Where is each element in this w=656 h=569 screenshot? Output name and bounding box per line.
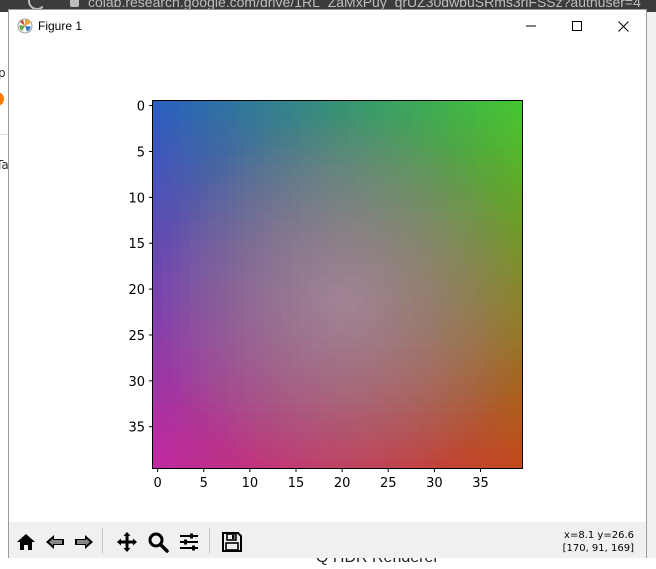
window-title: Figure 1 — [38, 19, 83, 33]
configure-subplots-icon — [180, 533, 198, 551]
toolbar-separator — [209, 528, 210, 554]
configure-subplots-button[interactable] — [175, 528, 203, 556]
figure-window: Figure 1 0 5 10 15 20 25 30 35 0 5 10 15 20 25 30 35 — [8, 9, 647, 558]
colab-logo-icon — [0, 92, 4, 106]
home-icon — [17, 534, 35, 550]
navigation-toolbar: x=8.1 y=26.6 [170, 91, 169] — [9, 522, 646, 558]
x-tick-label: 35 — [472, 476, 489, 491]
home-button[interactable] — [12, 528, 40, 556]
browser-right-strip — [647, 12, 656, 569]
browser-bottom-strip: Q HDR Renderer — [0, 558, 656, 569]
divider — [0, 134, 8, 135]
toolbar-separator — [102, 528, 103, 554]
lock-icon — [70, 0, 79, 7]
forward-icon — [75, 535, 93, 549]
save-button[interactable] — [218, 528, 246, 556]
maximize-button[interactable] — [554, 10, 600, 42]
y-tick-label: 0 — [137, 100, 145, 115]
close-button[interactable] — [600, 10, 646, 42]
minimize-icon — [526, 25, 536, 27]
back-button[interactable] — [41, 528, 69, 556]
x-tick-label: 30 — [426, 476, 443, 491]
zoom-icon — [148, 532, 169, 553]
maximize-icon — [572, 21, 582, 31]
close-icon — [617, 20, 629, 32]
left-text-fragment: p — [0, 66, 6, 80]
y-tick-label: 35 — [128, 421, 145, 436]
x-tick-label: 25 — [380, 476, 397, 491]
cursor-coords: x=8.1 y=26.6 — [564, 530, 634, 541]
pixel-value: [170, 91, 169] — [562, 543, 634, 554]
x-tick-label: 0 — [153, 476, 161, 491]
x-tick-label: 20 — [334, 476, 351, 491]
axes-ticks: 0 5 10 15 20 25 30 35 0 5 10 15 20 25 30 35 — [128, 100, 489, 491]
cursor-readout: x=8.1 y=26.6 [170, 91, 169] — [563, 529, 634, 555]
forward-button[interactable] — [70, 528, 98, 556]
y-tick-label: 10 — [128, 191, 145, 206]
y-tick-label: 30 — [128, 375, 145, 390]
pan-icon — [117, 532, 137, 552]
zoom-button[interactable] — [144, 528, 172, 556]
matplotlib-logo-icon — [17, 18, 33, 34]
x-tick-label: 15 — [288, 476, 305, 491]
bottom-text-fragment: Q HDR Renderer — [316, 558, 439, 567]
save-icon — [222, 532, 242, 552]
y-tick-label: 5 — [137, 145, 145, 160]
pan-button[interactable] — [113, 528, 141, 556]
minimize-button[interactable] — [508, 10, 554, 42]
browser-left-strip: p Ta — [0, 12, 9, 569]
title-bar[interactable]: Figure 1 — [9, 10, 646, 42]
x-tick-label: 5 — [200, 476, 208, 491]
y-tick-label: 20 — [128, 283, 145, 298]
y-tick-label: 25 — [128, 329, 145, 344]
y-tick-label: 15 — [128, 237, 145, 252]
x-tick-label: 10 — [242, 476, 259, 491]
back-icon — [46, 535, 64, 549]
figure-canvas[interactable]: 0 5 10 15 20 25 30 35 0 5 10 15 20 25 30 35 — [9, 42, 646, 522]
